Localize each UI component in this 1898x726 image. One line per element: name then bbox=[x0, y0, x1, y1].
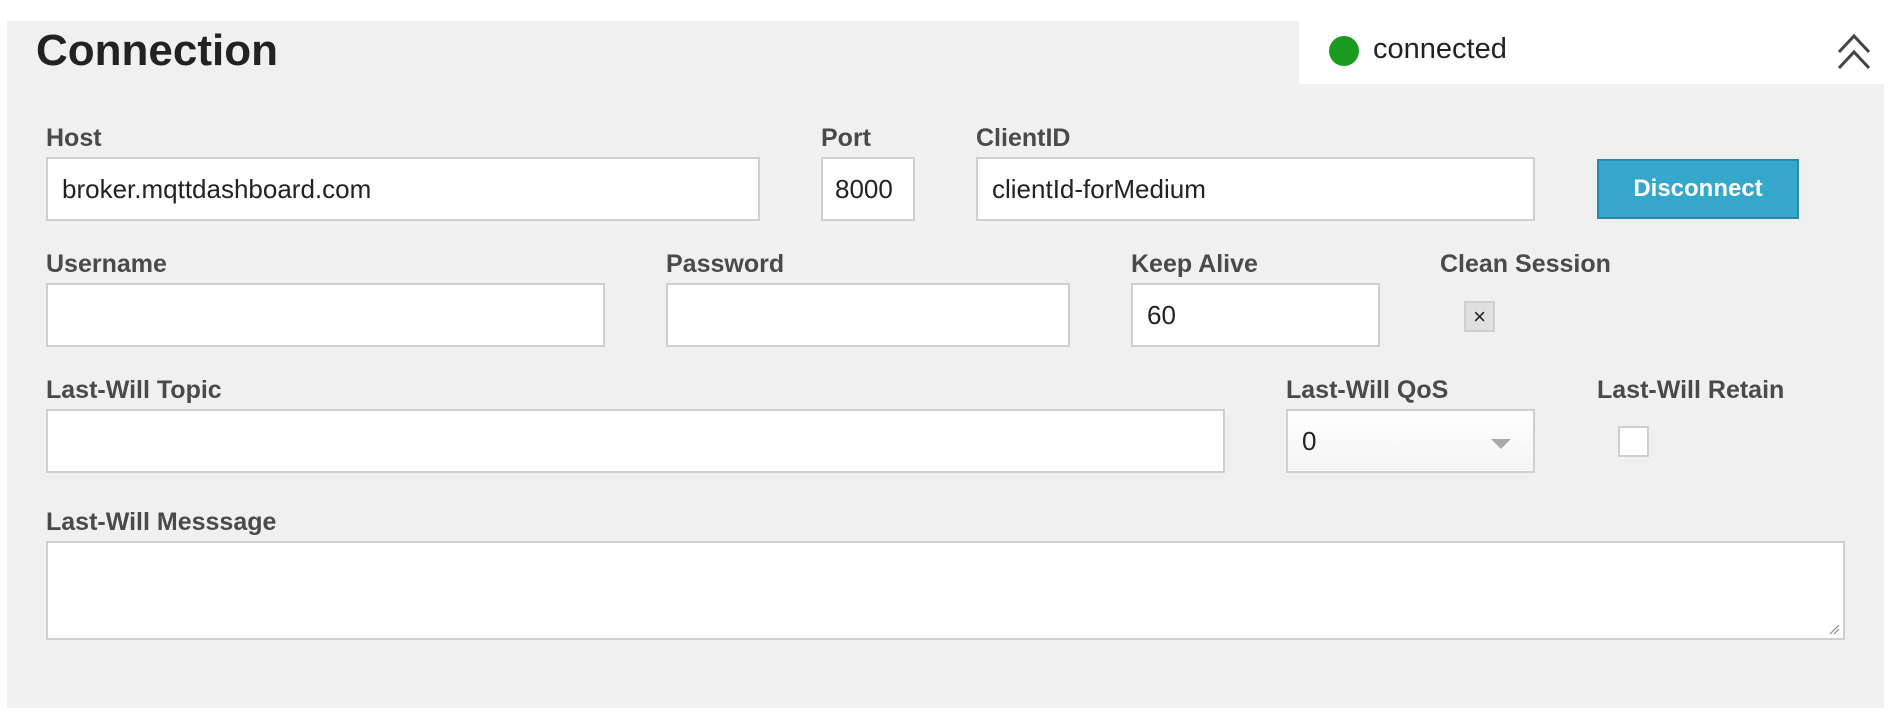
lw-qos-value: 0 bbox=[1302, 425, 1317, 456]
client-id-label: ClientID bbox=[976, 124, 1071, 152]
status-indicator-icon bbox=[1329, 36, 1359, 66]
port-input[interactable]: 8000 bbox=[821, 157, 915, 221]
password-label: Password bbox=[666, 250, 785, 278]
clean-session-label: Clean Session bbox=[1440, 250, 1611, 278]
clean-session-checkbox[interactable]: × bbox=[1464, 301, 1495, 332]
lw-topic-label: Last-Will Topic bbox=[46, 376, 222, 404]
lw-message-textarea[interactable] bbox=[46, 541, 1845, 640]
connection-status: connected bbox=[1373, 33, 1507, 65]
dropdown-caret-icon bbox=[1491, 439, 1511, 449]
host-input[interactable]: broker.mqttdashboard.com bbox=[46, 157, 760, 221]
lw-topic-input[interactable] bbox=[46, 409, 1225, 473]
panel-title: Connection bbox=[36, 26, 278, 75]
username-label: Username bbox=[46, 250, 167, 278]
disconnect-button[interactable]: Disconnect bbox=[1597, 159, 1799, 219]
lw-retain-checkbox[interactable] bbox=[1618, 426, 1649, 457]
lw-retain-label: Last-Will Retain bbox=[1597, 376, 1785, 404]
client-id-input[interactable]: clientId-forMedium bbox=[976, 157, 1535, 221]
keep-alive-label: Keep Alive bbox=[1131, 250, 1258, 278]
double-chevron-up-icon[interactable] bbox=[1836, 30, 1872, 74]
resize-grip-icon[interactable] bbox=[1828, 623, 1840, 635]
password-input[interactable] bbox=[666, 283, 1070, 347]
host-label: Host bbox=[46, 124, 102, 152]
port-label: Port bbox=[821, 124, 871, 152]
lw-qos-select[interactable]: 0 bbox=[1286, 409, 1535, 473]
keep-alive-input[interactable]: 60 bbox=[1131, 283, 1380, 347]
username-input[interactable] bbox=[46, 283, 605, 347]
lw-message-label: Last-Will Messsage bbox=[46, 508, 277, 536]
lw-qos-label: Last-Will QoS bbox=[1286, 376, 1449, 404]
